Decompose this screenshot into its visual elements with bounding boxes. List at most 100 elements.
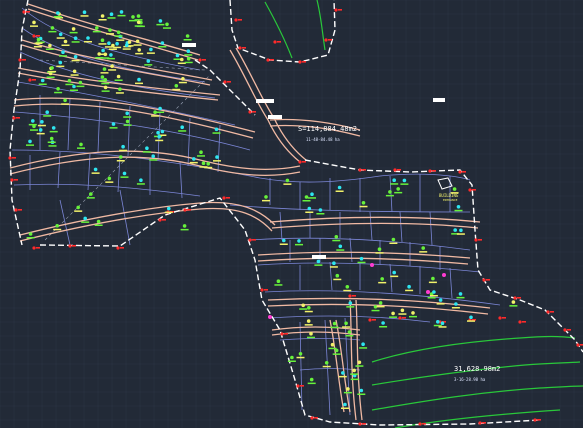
lot-marker-label: [30, 25, 38, 27]
lot-marker-label: [71, 41, 80, 43]
lot-line: [264, 290, 501, 306]
lot-marker-label: [69, 31, 78, 34]
background-grid: [0, 0, 583, 428]
lot-marker: [40, 78, 45, 83]
lot-marker: [61, 50, 65, 54]
lot-marker-label: [302, 200, 311, 202]
lot-marker: [119, 10, 124, 14]
lot-marker-label: [129, 19, 137, 22]
lot-marker: [334, 348, 339, 353]
boundary-marker-tag: [397, 169, 401, 171]
boundary-marker: [513, 296, 517, 300]
lot-marker-label: [178, 130, 187, 132]
lot-marker-label: [389, 316, 398, 318]
boundary-marker-tag: [202, 59, 206, 61]
lot-marker: [185, 34, 190, 38]
lot-marker: [199, 150, 203, 154]
boundary-marker-tag: [252, 111, 256, 113]
boundary-marker: [32, 246, 36, 250]
site-plan-drawing[interactable]: [0, 0, 583, 428]
lot-marker: [186, 56, 191, 61]
lot-marker: [186, 49, 191, 53]
boundary-marker-tag: [362, 169, 366, 171]
lot-marker-special: [442, 273, 446, 277]
lot-line: [257, 262, 481, 273]
boundary-markers: [8, 8, 583, 426]
lot-marker-label: [106, 33, 114, 35]
lot-marker: [89, 192, 93, 196]
boundary-marker: [518, 320, 522, 324]
boundary-marker: [310, 416, 314, 420]
lot-marker-label: [428, 281, 437, 284]
label-box: [256, 99, 274, 103]
boundary-line: [194, 59, 256, 116]
lot-line: [11, 149, 471, 183]
lot-marker: [63, 98, 67, 103]
boundary-marker: [68, 244, 72, 248]
boundary-marker-tag: [402, 317, 406, 319]
lot-marker-label: [84, 41, 92, 43]
lot-marker: [109, 12, 114, 16]
lot-marker-label: [304, 324, 313, 326]
lot-marker-label: [98, 43, 107, 45]
lot-marker-label: [177, 62, 186, 64]
lot-marker-special: [268, 315, 272, 319]
lot-marker-label: [394, 191, 403, 194]
lot-marker-label: [163, 27, 171, 29]
lot-marker: [411, 311, 415, 315]
lot-marker-label: [45, 48, 54, 50]
lot-marker-label: [53, 228, 62, 231]
lot-marker: [361, 342, 365, 347]
lot-marker-label: [307, 382, 316, 385]
lot-marker-label: [151, 115, 160, 117]
boundary-marker-tag: [522, 321, 526, 323]
lot-marker: [392, 178, 397, 182]
lot-marker-label: [107, 17, 116, 19]
lot-marker: [392, 270, 397, 275]
lot-marker: [180, 125, 184, 129]
lot-marker: [345, 285, 350, 289]
lot-marker-label: [357, 393, 366, 395]
lot-marker: [454, 302, 458, 306]
road-edge: [229, 49, 301, 163]
lot-marker: [377, 247, 382, 251]
boundary-marker-tag: [338, 9, 342, 11]
lot-marker: [431, 276, 435, 281]
lot-marker: [165, 22, 169, 27]
lot-marker: [50, 26, 55, 30]
lot-marker: [36, 37, 41, 42]
lot-marker-label: [122, 48, 131, 50]
lot-marker-label: [100, 72, 109, 74]
lot-marker: [182, 224, 187, 228]
lot-marker: [359, 388, 364, 393]
label-box: [182, 43, 196, 47]
lot-marker: [318, 208, 323, 212]
lot-marker: [215, 155, 219, 159]
lot-marker: [206, 162, 210, 166]
cad-drawing-viewport[interactable]: S=114,884.48m2. 11-48-84.48 ha 31,628.98…: [0, 0, 583, 428]
contour-line: [264, 1, 293, 59]
label-box: [312, 255, 326, 259]
lot-marker: [51, 126, 56, 130]
lot-marker: [335, 273, 340, 278]
lot-marker: [352, 368, 357, 373]
lot-marker-label: [467, 320, 475, 322]
lot-marker: [118, 87, 122, 91]
boundary-marker: [298, 160, 302, 164]
lot-marker-label: [119, 149, 128, 152]
lot-marker-label: [101, 57, 110, 59]
lot-marker-label: [61, 44, 70, 46]
road-edge: [269, 216, 481, 223]
boundary-marker: [358, 168, 362, 172]
lot-marker-label: [427, 297, 436, 299]
lot-marker: [131, 15, 135, 19]
boundary-marker: [458, 170, 462, 174]
lot-marker-label: [359, 205, 368, 208]
lot-marker: [108, 28, 112, 32]
lot-marker-label: [197, 155, 205, 157]
lot-marker-label: [332, 239, 341, 242]
boundary-marker-tag: [32, 79, 36, 81]
contour-line: [371, 385, 583, 411]
lot-marker: [139, 178, 143, 182]
lot-marker-label: [180, 228, 189, 231]
